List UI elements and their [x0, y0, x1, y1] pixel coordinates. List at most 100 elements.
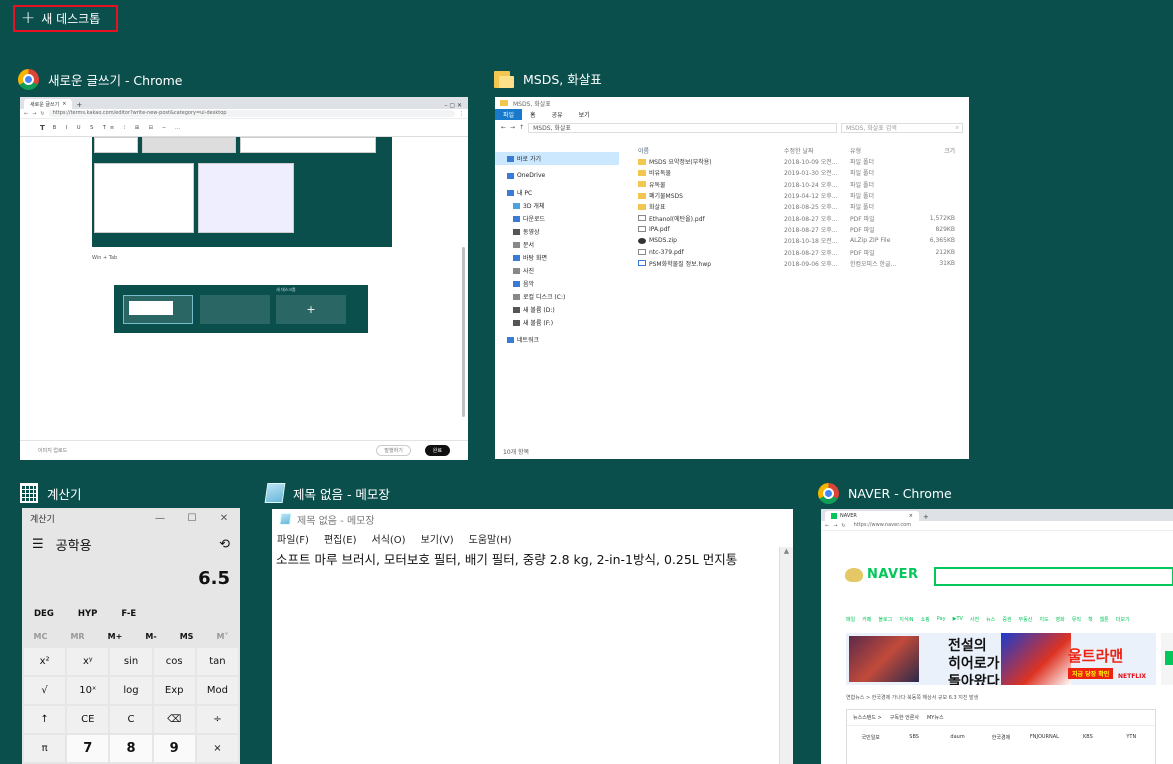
- reload-icon[interactable]: ↻: [40, 111, 44, 117]
- calculator-thumbnail[interactable]: 계산기 — ☐ ✕ ☰ 공학용 ⟲ 6.5 DEG HYP F-E MC MR M+…: [22, 508, 240, 764]
- ribbon-tab-file[interactable]: 파일: [495, 109, 523, 120]
- reload-icon[interactable]: ↻: [841, 523, 845, 529]
- file-row[interactable]: Ethanol(에탄올).pdf 2018-08-27 오후... PDF 파일 1,…: [638, 212, 969, 223]
- calc-key[interactable]: CE: [67, 706, 109, 733]
- mc-button[interactable]: MC: [34, 632, 48, 641]
- naver-menu-item[interactable]: 카페: [862, 616, 871, 623]
- naver-menu-item[interactable]: 더보기: [1116, 616, 1130, 623]
- new-tab-icon[interactable]: +: [76, 101, 82, 109]
- calc-key[interactable]: ↑: [24, 706, 66, 733]
- nav-item[interactable]: 사진: [495, 264, 619, 277]
- calc-key[interactable]: ×: [196, 735, 238, 762]
- scrollbar[interactable]: ▲: [779, 547, 793, 764]
- news-ticker[interactable]: 연합뉴스 > 한국경제 가나다 북동쪽 해상서 규모 6.3 지진 발생: [846, 694, 1173, 701]
- calc-key[interactable]: log: [110, 677, 152, 704]
- editor-body[interactable]: Win + Tab + 새 데스크톱: [20, 137, 468, 425]
- naver-menu-item[interactable]: 부동산: [1019, 616, 1033, 623]
- deg-button[interactable]: DEG: [34, 609, 54, 619]
- naver-logo[interactable]: NAVER: [845, 567, 919, 582]
- file-row[interactable]: ntc-379.pdf 2018-08-27 오후... PDF 파일 212KB: [638, 246, 969, 257]
- calc-key[interactable]: C: [110, 706, 152, 733]
- naver-menu-item[interactable]: 쇼핑: [921, 616, 930, 623]
- history-icon[interactable]: ⟲: [219, 537, 230, 552]
- close-icon[interactable]: ×: [909, 513, 913, 519]
- ms-button[interactable]: MS: [180, 632, 194, 641]
- explorer-thumbnail[interactable]: MSDS, 화살표 파일 홈 공유 보기 ← → ↑ MSDS, 화살표 MSD…: [495, 97, 969, 459]
- column-name[interactable]: 이름: [638, 146, 784, 155]
- back-icon[interactable]: ←: [825, 523, 829, 529]
- calc-key[interactable]: 7: [67, 735, 109, 762]
- maximize-icon[interactable]: ☐: [176, 513, 208, 524]
- address-bar[interactable]: MSDS, 화살표: [528, 122, 837, 133]
- format-icons[interactable]: B I U S T≡ ⁝ ⊞ ⊟ ─ …: [53, 125, 184, 131]
- naver-menu-item[interactable]: 지식iN: [899, 616, 913, 623]
- nav-item[interactable]: 문서: [495, 238, 619, 251]
- nav-item[interactable]: 바로 가기: [495, 152, 619, 165]
- banner-cta-button[interactable]: 지금 당장 확인: [1068, 668, 1114, 679]
- calc-key[interactable]: 10ˣ: [67, 677, 109, 704]
- close-icon[interactable]: ✕: [208, 513, 240, 524]
- fe-button[interactable]: F-E: [121, 609, 136, 619]
- file-row[interactable]: MSDS.zip 2018-10-18 오전... ALZip ZIP File 6,…: [638, 235, 969, 246]
- column-size[interactable]: 크기: [905, 146, 955, 155]
- menu-edit[interactable]: 편집(E): [324, 531, 357, 546]
- press-logo[interactable]: YTN: [1112, 734, 1151, 741]
- window-title-calculator[interactable]: 계산기: [20, 483, 82, 503]
- nav-item[interactable]: 네트워크: [495, 333, 619, 346]
- naver-menu-item[interactable]: 지도: [1039, 616, 1048, 623]
- file-row[interactable]: 유독물 2018-10-24 오후... 파일 폴더: [638, 179, 969, 190]
- back-icon[interactable]: ←: [501, 124, 506, 131]
- press-logo[interactable]: daum: [938, 734, 977, 741]
- window-title-naver[interactable]: NAVER - Chrome: [818, 483, 952, 504]
- nav-item[interactable]: 동영상: [495, 225, 619, 238]
- column-date[interactable]: 수정한 날짜: [784, 146, 850, 155]
- calc-key[interactable]: Mod: [196, 677, 238, 704]
- naver-menu-item[interactable]: 사전: [970, 616, 979, 623]
- naver-menu-item[interactable]: 블로그: [878, 616, 892, 623]
- ribbon-tab-home[interactable]: 홈: [522, 109, 544, 120]
- new-tab-icon[interactable]: +: [923, 513, 929, 521]
- search-input[interactable]: MSDS, 화살표 검색 ⌕: [841, 122, 963, 133]
- scrollbar[interactable]: [462, 247, 465, 417]
- press-logo[interactable]: FNJOURNAL: [1025, 734, 1064, 741]
- nav-item[interactable]: 내 PC: [495, 186, 619, 199]
- calc-key[interactable]: xʸ: [67, 648, 109, 675]
- press-logo[interactable]: 국민일보: [851, 734, 890, 741]
- notepad-text-area[interactable]: 소프트 마루 브러시, 모터보호 필터, 배기 필터, 중량 2.8 kg, 2…: [272, 547, 793, 570]
- notepad-thumbnail[interactable]: 제목 없음 - 메모장 파일(F) 편집(E) 서식(O) 보기(V) 도움말(…: [272, 509, 793, 764]
- nav-item[interactable]: 다운로드: [495, 212, 619, 225]
- menu-file[interactable]: 파일(F): [277, 531, 309, 546]
- naver-menu-item[interactable]: 메일: [846, 616, 855, 623]
- url-bar[interactable]: https://terms.kakao.com/editor?write-new…: [48, 110, 455, 117]
- file-row[interactable]: PSM화학물질 정보.hwp 2018-09-06 오후... 한컴오피스 한글..…: [638, 258, 969, 269]
- done-button[interactable]: 완료: [424, 445, 450, 456]
- naver-menu-item[interactable]: 뮤직: [1072, 616, 1081, 623]
- window-title-explorer[interactable]: MSDS, 화살표: [494, 69, 602, 88]
- nav-item[interactable]: 로컬 디스크 (C:): [495, 290, 619, 303]
- url-bar[interactable]: https://www.naver.com: [849, 522, 1169, 529]
- file-row[interactable]: 폐기물MSDS 2019-04-12 오후... 파일 폴더: [638, 190, 969, 201]
- chrome-tab[interactable]: NAVER ×: [825, 511, 919, 521]
- subscribed-tab[interactable]: 구독한 언론사: [890, 714, 919, 721]
- window-title-notepad[interactable]: 제목 없음 - 메모장: [264, 483, 390, 503]
- calc-key[interactable]: √: [24, 677, 66, 704]
- nav-item[interactable]: 새 볼륨 (D:): [495, 303, 619, 316]
- naver-menu-item[interactable]: 뉴스: [986, 616, 995, 623]
- press-logo[interactable]: 한국경제: [981, 734, 1020, 741]
- file-row[interactable]: MSDS 요약정보(부착용) 2018-10-09 오전... 파일 폴더: [638, 156, 969, 167]
- nav-item[interactable]: 바탕 화면: [495, 251, 619, 264]
- menu-icon[interactable]: ⋮: [459, 111, 464, 117]
- calc-key[interactable]: ⌫: [153, 706, 195, 733]
- naver-menu-item[interactable]: 증권: [1002, 616, 1011, 623]
- calc-key[interactable]: x²: [24, 648, 66, 675]
- calc-key[interactable]: tan: [196, 648, 238, 675]
- my-news-tab[interactable]: MY뉴스: [927, 714, 944, 721]
- window-controls[interactable]: – ▢ ✕: [444, 102, 462, 109]
- ribbon-tab-share[interactable]: 공유: [543, 109, 571, 120]
- menu-format[interactable]: 서식(O): [372, 531, 406, 546]
- naver-menu-item[interactable]: 책: [1088, 616, 1093, 623]
- nav-item[interactable]: 음악: [495, 277, 619, 290]
- calc-key[interactable]: cos: [153, 648, 195, 675]
- new-desktop-button[interactable]: + 새 데스크톱: [13, 5, 118, 32]
- up-icon[interactable]: ↑: [519, 124, 524, 131]
